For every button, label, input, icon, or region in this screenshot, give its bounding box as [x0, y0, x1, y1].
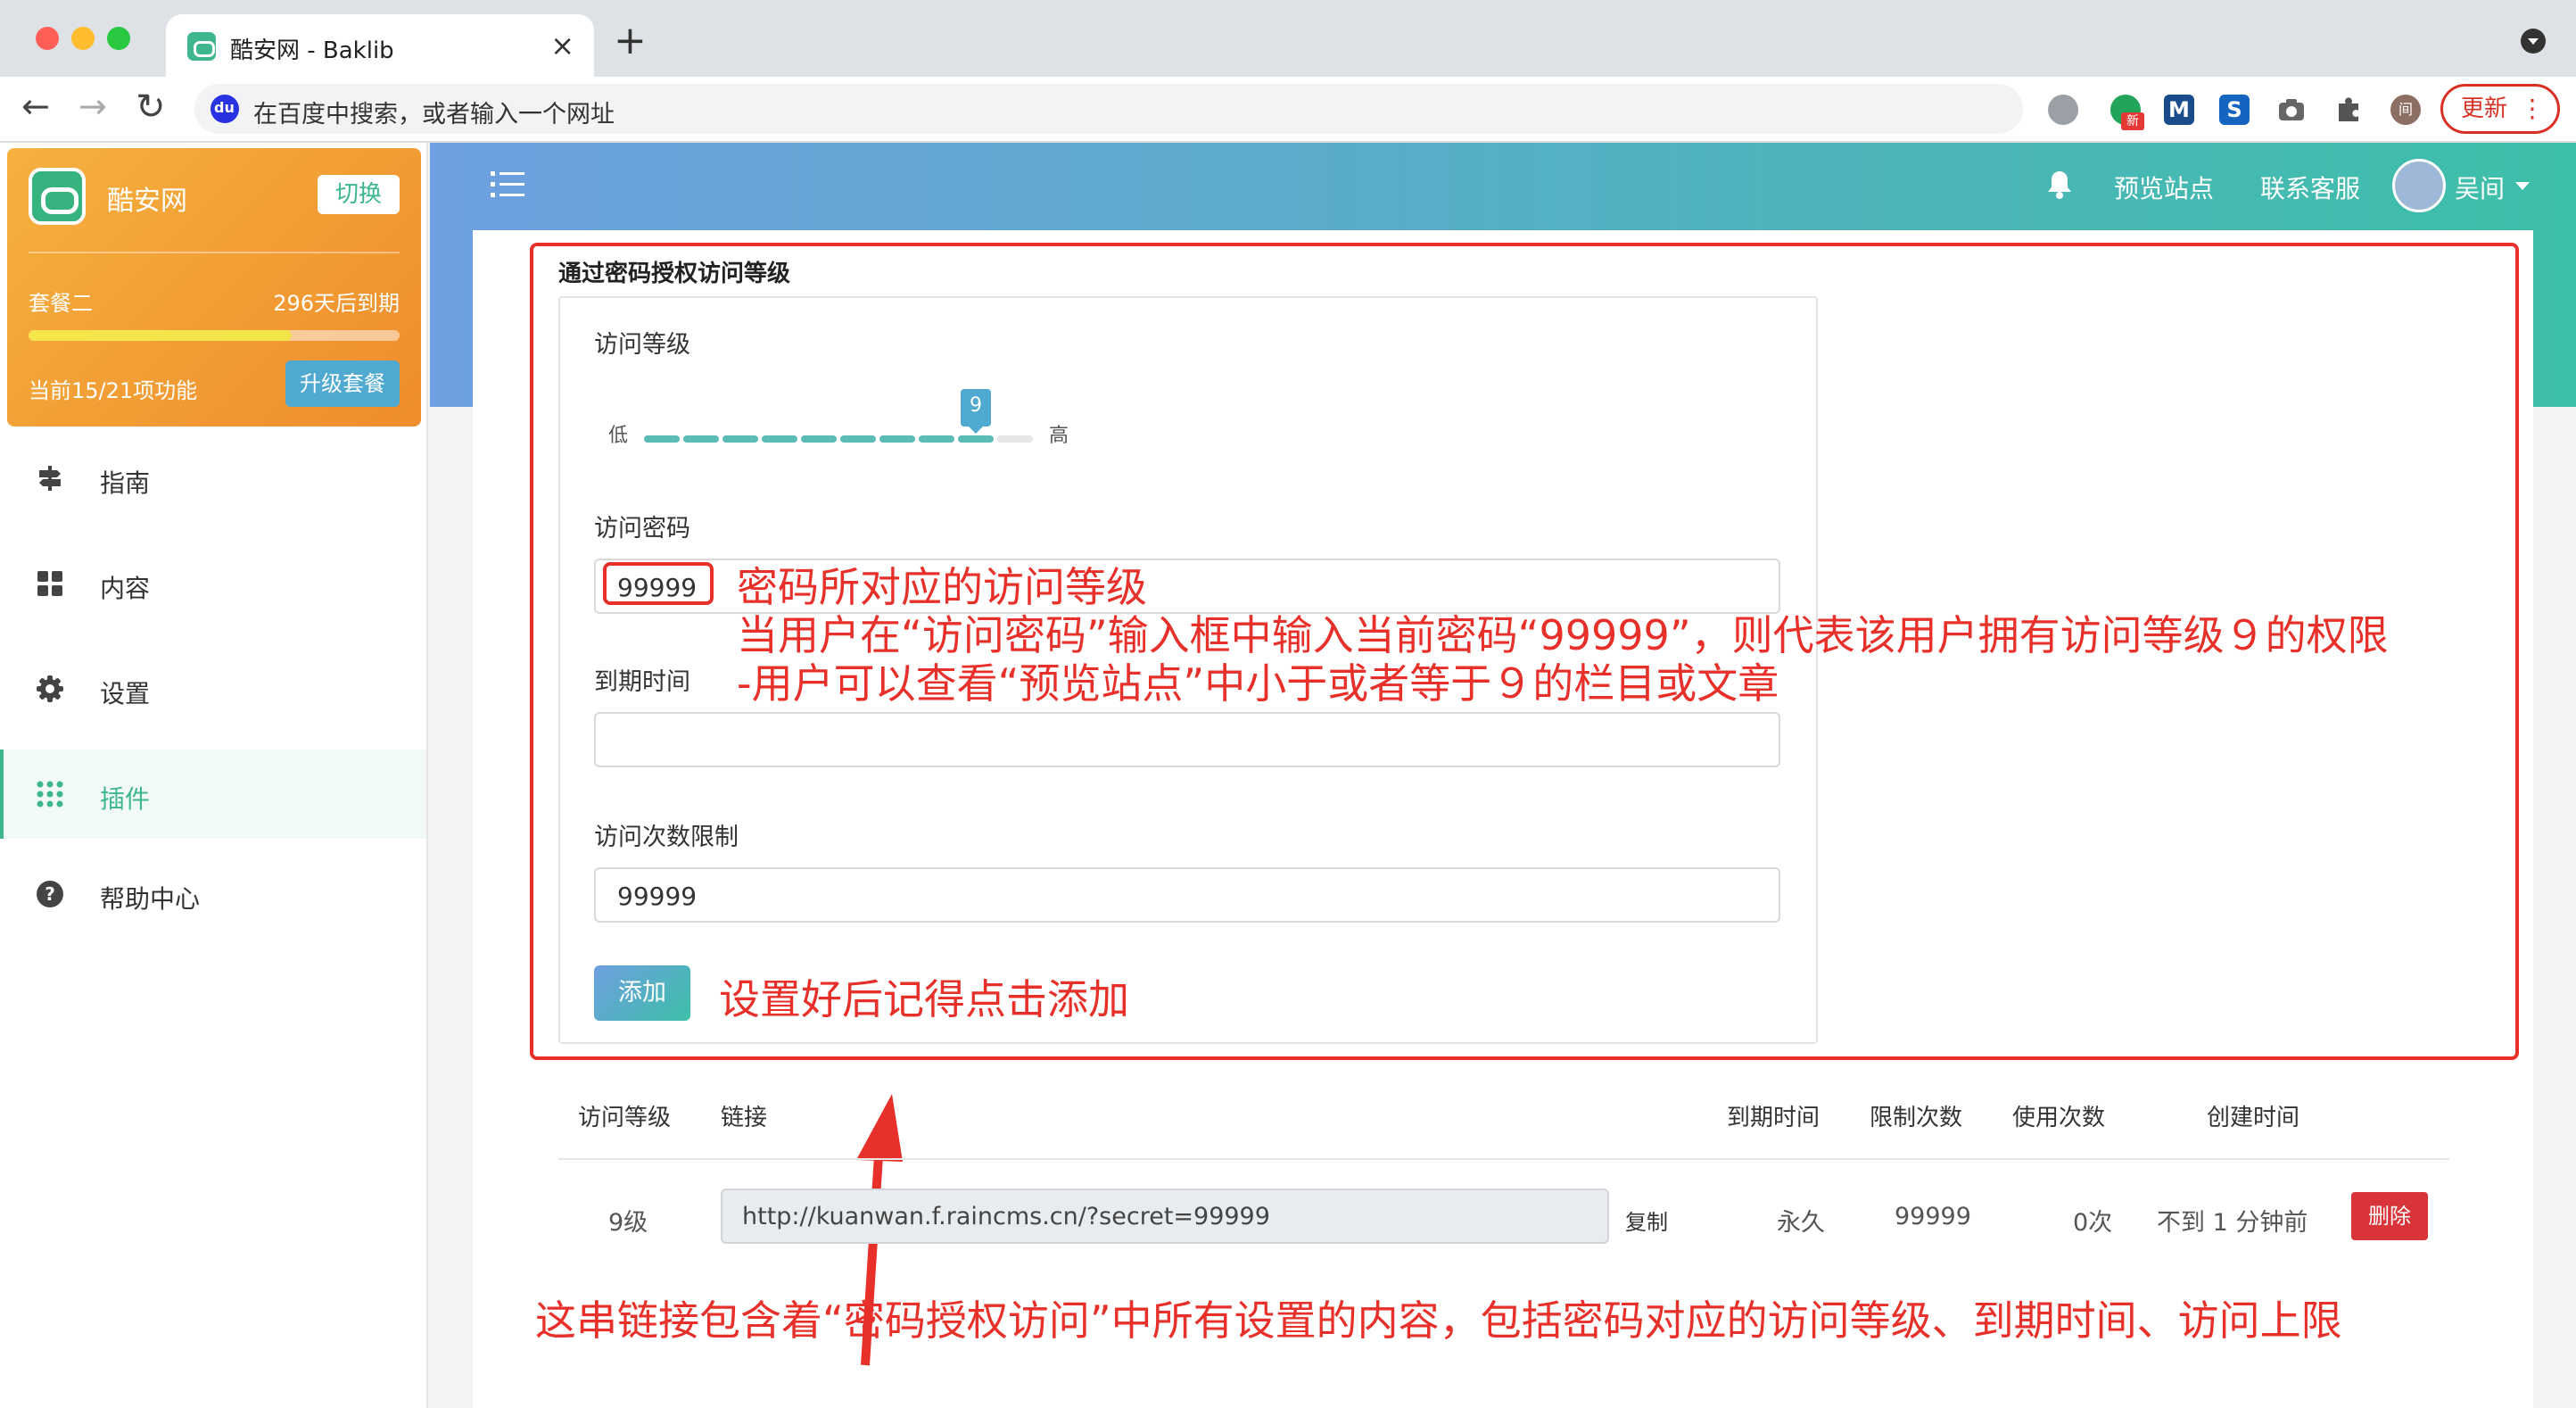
tab-title: 酷安网 - Baklib — [230, 37, 394, 64]
signpost-icon — [39, 466, 61, 491]
update-button[interactable]: 更新 ⋮ — [2440, 84, 2560, 134]
sidebar-item-label: 帮助中心 — [100, 884, 201, 914]
m-extension-icon[interactable]: M — [2164, 95, 2194, 125]
puzzle-extensions-icon[interactable] — [2333, 95, 2364, 125]
delete-button[interactable]: 删除 — [2351, 1192, 2428, 1240]
chevron-down-icon[interactable] — [2515, 182, 2530, 190]
apps-dots-icon — [37, 781, 63, 808]
more-vertical-icon: ⋮ — [2520, 94, 2545, 123]
s-extension-icon[interactable]: S — [2219, 95, 2250, 125]
sidebar-item-label: 指南 — [100, 468, 151, 498]
close-window-button[interactable] — [36, 27, 59, 50]
table-divider — [558, 1158, 2449, 1160]
col-header-expire: 到期时间 — [1727, 1105, 1821, 1131]
new-tab-plus-icon[interactable]: + — [614, 21, 647, 61]
address-bar[interactable]: 在百度中搜索，或者输入一个网址 — [194, 84, 2023, 134]
back-arrow-icon[interactable]: ← — [21, 89, 50, 123]
baidu-search-icon — [211, 95, 239, 123]
col-header-created: 创建时间 — [2207, 1105, 2300, 1131]
col-header-used: 使用次数 — [2012, 1105, 2106, 1131]
contact-support-link[interactable]: 联系客服 — [2260, 170, 2360, 205]
col-header-level: 访问等级 — [578, 1105, 672, 1131]
plan-features: 当前15/21项功能 — [29, 378, 198, 403]
col-header-link: 链接 — [721, 1105, 768, 1131]
bell-icon[interactable] — [2046, 170, 2073, 200]
baklib-favicon-icon — [187, 32, 216, 61]
globe-extension-icon[interactable] — [2048, 95, 2078, 125]
card-divider — [29, 252, 400, 253]
col-header-limit: 限制次数 — [1870, 1105, 1963, 1131]
browser-tab-active[interactable]: 酷安网 - Baklib × — [166, 14, 594, 77]
cell-used: 0次 — [2073, 1209, 2113, 1237]
list-menu-icon[interactable] — [491, 170, 526, 200]
update-label: 更新 — [2461, 95, 2508, 122]
sidebar-item-label: 内容 — [100, 574, 151, 603]
secret-link-field[interactable]: http://kuanwan.f.raincms.cn/?secret=9999… — [721, 1189, 1609, 1244]
plan-expire: 296天后到期 — [273, 291, 400, 316]
switch-site-button[interactable]: 切换 — [318, 175, 400, 214]
plan-progress-bar — [29, 330, 400, 341]
browser-tabbar: 酷安网 - Baklib × + — [0, 0, 2576, 77]
brand-logo-icon — [29, 168, 86, 225]
browser-toolbar: ← → ↻ 在百度中搜索，或者输入一个网址 新 M S 间 更新 ⋮ — [0, 77, 2576, 143]
gear-icon — [37, 675, 63, 702]
annotation-link-hint: 这串链接包含着“密码授权访问”中所有设置的内容，包括密码对应的访问等级、到期时间… — [535, 1296, 2342, 1345]
plan-name: 套餐二 — [29, 291, 93, 316]
annotation-add-hint: 设置好后记得点击添加 — [719, 975, 1129, 1023]
maximize-window-button[interactable] — [107, 27, 130, 50]
forward-arrow-icon[interactable]: → — [78, 89, 107, 123]
user-name[interactable]: 吴间 — [2455, 170, 2505, 205]
tab-search-chevron-icon[interactable] — [2521, 29, 2546, 54]
plan-progress-fill — [29, 330, 293, 341]
address-placeholder: 在百度中搜索，或者输入一个网址 — [253, 101, 615, 128]
reload-icon[interactable]: ↻ — [136, 89, 166, 125]
preview-site-link[interactable]: 预览站点 — [2114, 170, 2214, 205]
svg-text:?: ? — [45, 883, 55, 905]
cell-created: 不到 1 分钟前 — [2157, 1209, 2308, 1237]
upgrade-plan-button[interactable]: 升级套餐 — [285, 360, 400, 407]
sidebar-item-label: 设置 — [100, 679, 151, 708]
cell-limit: 99999 — [1895, 1203, 1971, 1230]
cell-level: 9级 — [608, 1209, 648, 1237]
sidebar-item-settings[interactable]: 设置 — [0, 644, 426, 733]
annotation-password-box — [603, 562, 714, 605]
new-badge: 新 — [2121, 112, 2144, 130]
grid-icon — [37, 571, 62, 596]
sidebar-item-help[interactable]: ? 帮助中心 — [0, 849, 426, 939]
tab-close-icon[interactable]: × — [550, 29, 574, 62]
user-avatar[interactable] — [2392, 159, 2446, 212]
brand-name: 酷安网 — [107, 186, 187, 217]
annotation-line-3: -用户可以查看“预览站点”中小于或者等于９的栏目或文章 — [737, 659, 1779, 708]
sidebar-item-guide[interactable]: 指南 — [0, 434, 426, 523]
camera-extension-icon[interactable] — [2276, 95, 2307, 125]
sidebar-item-label: 插件 — [100, 784, 151, 814]
app-header — [430, 143, 2576, 230]
sidebar-item-content[interactable]: 内容 — [0, 539, 426, 628]
profile-avatar[interactable]: 间 — [2390, 95, 2421, 125]
sidebar-item-plugins[interactable]: 插件 — [0, 750, 426, 839]
cell-expire: 永久 — [1777, 1209, 1825, 1237]
plan-card: 酷安网 切换 套餐二 296天后到期 当前15/21项功能 升级套餐 — [7, 148, 421, 427]
minimize-window-button[interactable] — [71, 27, 95, 50]
copy-link-button[interactable]: 复制 — [1625, 1205, 1668, 1236]
sidebar: 酷安网 切换 套餐二 296天后到期 当前15/21项功能 升级套餐 指南 内容… — [0, 143, 428, 1408]
help-circle-icon: ? — [37, 881, 63, 907]
